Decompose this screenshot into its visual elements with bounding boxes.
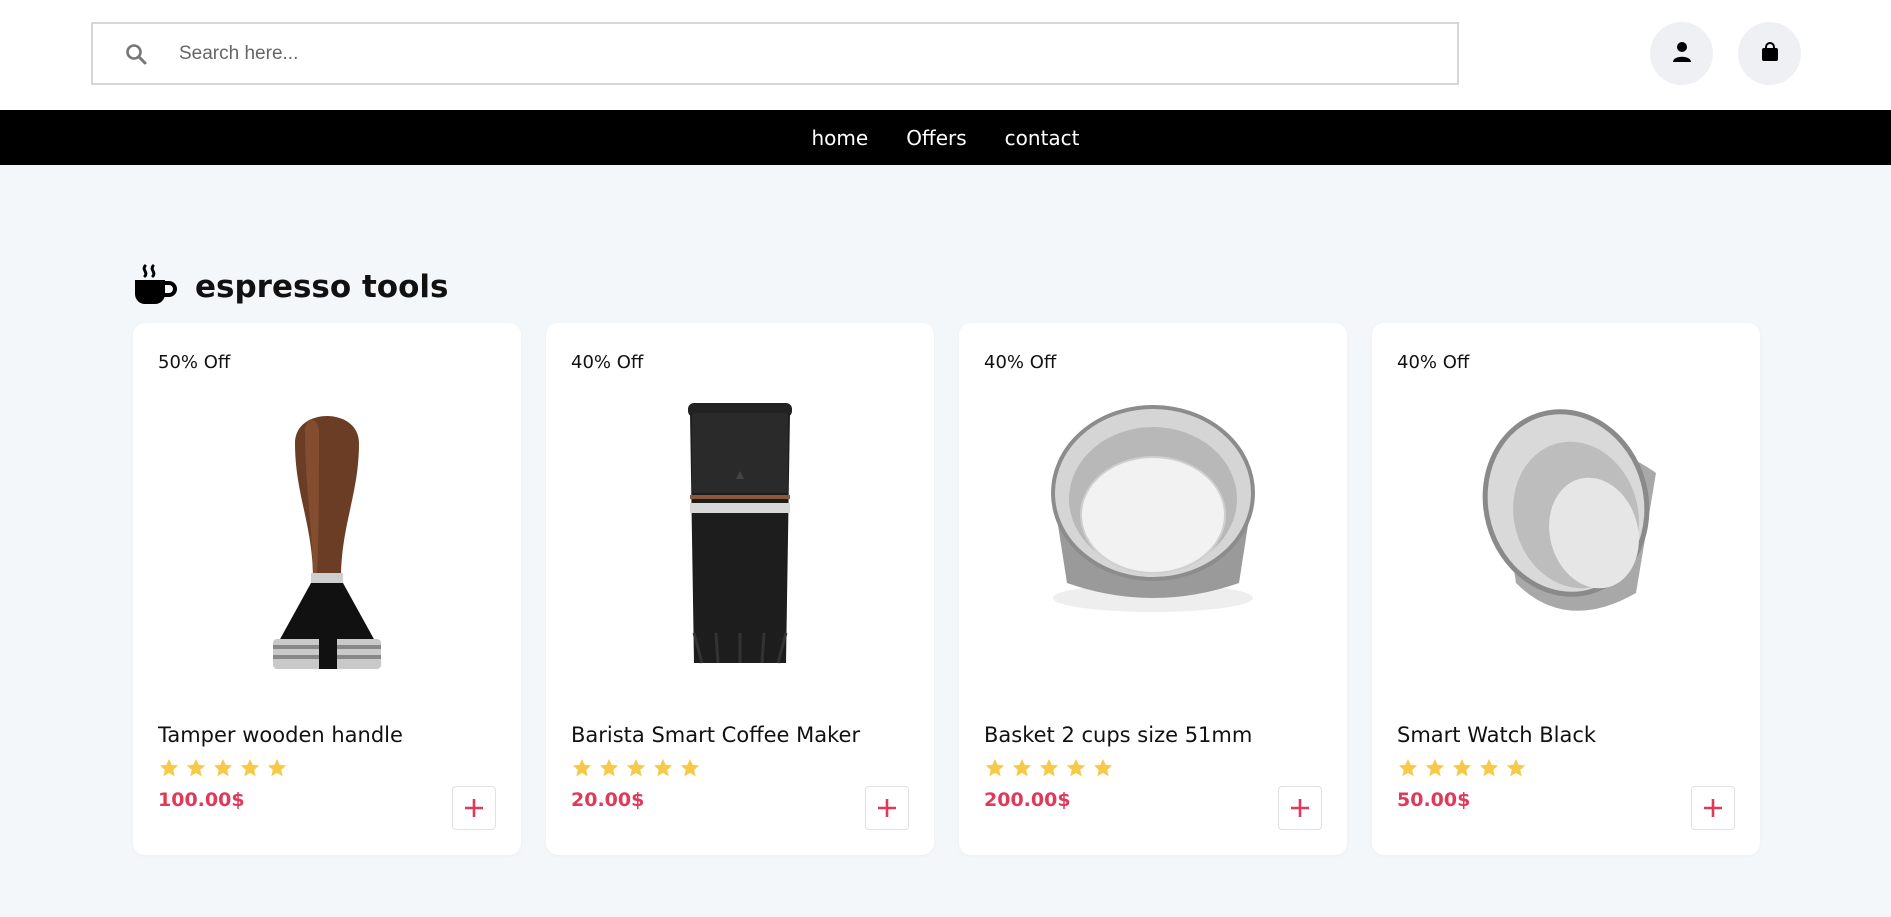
star-icon bbox=[186, 758, 206, 777]
star-icon bbox=[1066, 758, 1086, 777]
product-name[interactable]: Barista Smart Coffee Maker bbox=[571, 723, 860, 747]
user-icon bbox=[1672, 41, 1692, 67]
discount-label: 40% Off bbox=[984, 352, 1057, 373]
star-icon bbox=[572, 758, 592, 777]
star-icon bbox=[1452, 758, 1472, 777]
product-image[interactable] bbox=[984, 383, 1322, 683]
discount-label: 40% Off bbox=[1397, 352, 1470, 373]
product-card[interactable]: 50% Off Tamper wooden handle 100.00$ bbox=[133, 323, 521, 855]
product-name[interactable]: Tamper wooden handle bbox=[158, 723, 403, 747]
product-price: 50.00$ bbox=[1397, 789, 1471, 811]
star-icon bbox=[1479, 758, 1499, 777]
star-icon bbox=[1012, 758, 1032, 777]
discount-label: 50% Off bbox=[158, 352, 231, 373]
star-icon bbox=[626, 758, 646, 777]
product-card[interactable]: 40% Off Smart Watch Black 50.00$ bbox=[1372, 323, 1760, 855]
section-header: espresso tools bbox=[133, 264, 448, 310]
top-header bbox=[0, 0, 1891, 110]
star-icon bbox=[985, 758, 1005, 777]
plus-icon bbox=[878, 799, 896, 817]
product-image[interactable] bbox=[158, 383, 496, 683]
plus-icon bbox=[465, 799, 483, 817]
star-icon bbox=[267, 758, 287, 777]
product-image[interactable] bbox=[571, 383, 909, 683]
star-icon bbox=[680, 758, 700, 777]
product-card[interactable]: 40% Off Barista Smart Coffee Maker 20.00… bbox=[546, 323, 934, 855]
nav-item-contact[interactable]: contact bbox=[1005, 126, 1080, 150]
star-icon bbox=[240, 758, 260, 777]
star-icon bbox=[1398, 758, 1418, 777]
product-card[interactable]: 40% Off Basket 2 cups size 51mm 200.00$ bbox=[959, 323, 1347, 855]
star-icon bbox=[159, 758, 179, 777]
rating-stars bbox=[158, 757, 288, 779]
cart-button[interactable] bbox=[1738, 22, 1801, 85]
star-icon bbox=[1093, 758, 1113, 777]
star-icon bbox=[1425, 758, 1445, 777]
plus-icon bbox=[1704, 799, 1722, 817]
star-icon bbox=[1506, 758, 1526, 777]
add-to-cart-button[interactable] bbox=[1691, 786, 1735, 830]
rating-stars bbox=[571, 757, 701, 779]
nav-item-home[interactable]: home bbox=[811, 126, 868, 150]
search-input[interactable] bbox=[179, 33, 1429, 74]
nav-item-offers[interactable]: Offers bbox=[906, 126, 966, 150]
add-to-cart-button[interactable] bbox=[865, 786, 909, 830]
add-to-cart-button[interactable] bbox=[452, 786, 496, 830]
rating-stars bbox=[1397, 757, 1527, 779]
account-button[interactable] bbox=[1650, 22, 1713, 85]
search-bar[interactable] bbox=[91, 22, 1459, 85]
star-icon bbox=[653, 758, 673, 777]
product-price: 20.00$ bbox=[571, 789, 645, 811]
add-to-cart-button[interactable] bbox=[1278, 786, 1322, 830]
product-price: 200.00$ bbox=[984, 789, 1071, 811]
rating-stars bbox=[984, 757, 1114, 779]
plus-icon bbox=[1291, 799, 1309, 817]
section-title: espresso tools bbox=[195, 269, 449, 305]
coffee-cup-icon bbox=[133, 264, 177, 310]
product-price: 100.00$ bbox=[158, 789, 245, 811]
product-image[interactable] bbox=[1397, 383, 1735, 683]
shopping-bag-icon bbox=[1761, 41, 1779, 66]
product-list: 50% Off Tamper wooden handle 100.00$ 40%… bbox=[133, 323, 1760, 855]
product-name[interactable]: Basket 2 cups size 51mm bbox=[984, 723, 1252, 747]
main-nav: home Offers contact bbox=[0, 110, 1891, 165]
star-icon bbox=[1039, 758, 1059, 777]
product-name[interactable]: Smart Watch Black bbox=[1397, 723, 1596, 747]
search-icon[interactable] bbox=[93, 24, 179, 83]
star-icon bbox=[599, 758, 619, 777]
discount-label: 40% Off bbox=[571, 352, 644, 373]
star-icon bbox=[213, 758, 233, 777]
